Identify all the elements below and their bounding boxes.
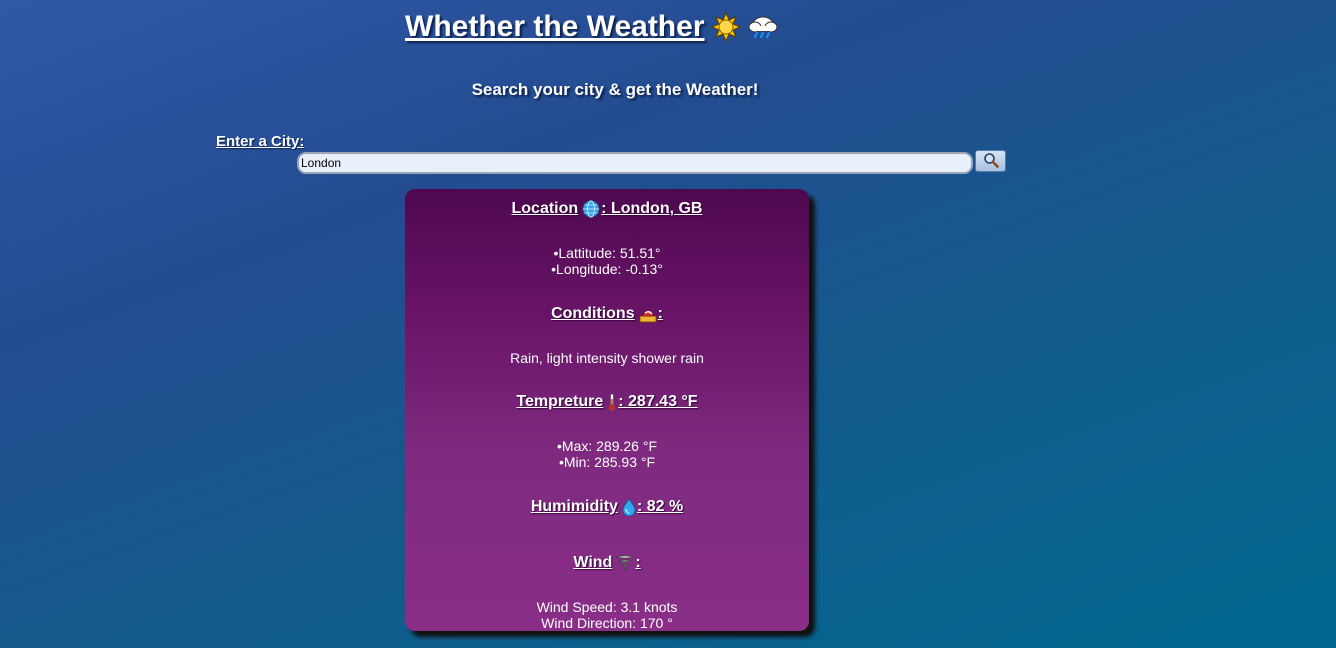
temp-min-text: •Min: 285.93 °F xyxy=(558,454,656,470)
wind-speed-text: Wind Speed: 3.1 knots xyxy=(536,599,678,615)
temperature-heading: Tempreture : 287.43 °F xyxy=(405,393,809,411)
humidity-heading: Humimidity : 82 % xyxy=(405,498,809,517)
location-label: Location xyxy=(511,200,579,217)
page-subtitle: Search your city & get the Weather! xyxy=(471,80,759,99)
city-field-label: Enter a City: xyxy=(216,133,305,150)
conditions-label: Conditions xyxy=(551,305,635,322)
latitude-text: •Lattitude: 51.51° xyxy=(553,245,661,261)
sun-icon xyxy=(710,11,741,43)
temperature-label: Tempreture xyxy=(516,393,604,410)
temp-max-text: •Max: 289.26 °F xyxy=(557,438,657,454)
wind-heading: Wind : xyxy=(405,554,809,572)
wind-direction-text: Wind Direction: 170 ° xyxy=(541,615,673,631)
wind-suffix: : xyxy=(635,554,641,571)
page-title: Whether the Weather xyxy=(405,10,779,44)
humidity-label: Humimidity xyxy=(530,498,618,515)
conditions-heading: Conditions : xyxy=(405,305,809,323)
search-icon xyxy=(983,152,999,171)
wind-label: Wind xyxy=(573,554,613,571)
weather-card: Location : London, GB •Lattitude: 51.51°… xyxy=(405,189,809,631)
title-text: Whether the Weather xyxy=(405,10,705,43)
tornado-icon xyxy=(616,554,635,572)
location-value: : London, GB xyxy=(601,200,703,217)
globe-icon xyxy=(582,200,600,218)
conditions-text: Rain, light intensity shower rain xyxy=(510,350,704,366)
thermometer-icon xyxy=(607,393,617,411)
conditions-suffix: : xyxy=(657,305,663,322)
temperature-value: : 287.43 °F xyxy=(618,393,698,410)
humidity-value: : 82 % xyxy=(636,498,684,515)
droplet-icon xyxy=(622,498,636,517)
location-heading: Location : London, GB xyxy=(405,200,809,218)
search-button[interactable] xyxy=(975,150,1006,172)
cloud-rain-icon xyxy=(747,14,779,40)
longitude-text: •Longitude: -0.13° xyxy=(551,261,663,277)
weather-conditions-icon xyxy=(639,305,657,323)
city-search-input[interactable] xyxy=(297,152,973,174)
